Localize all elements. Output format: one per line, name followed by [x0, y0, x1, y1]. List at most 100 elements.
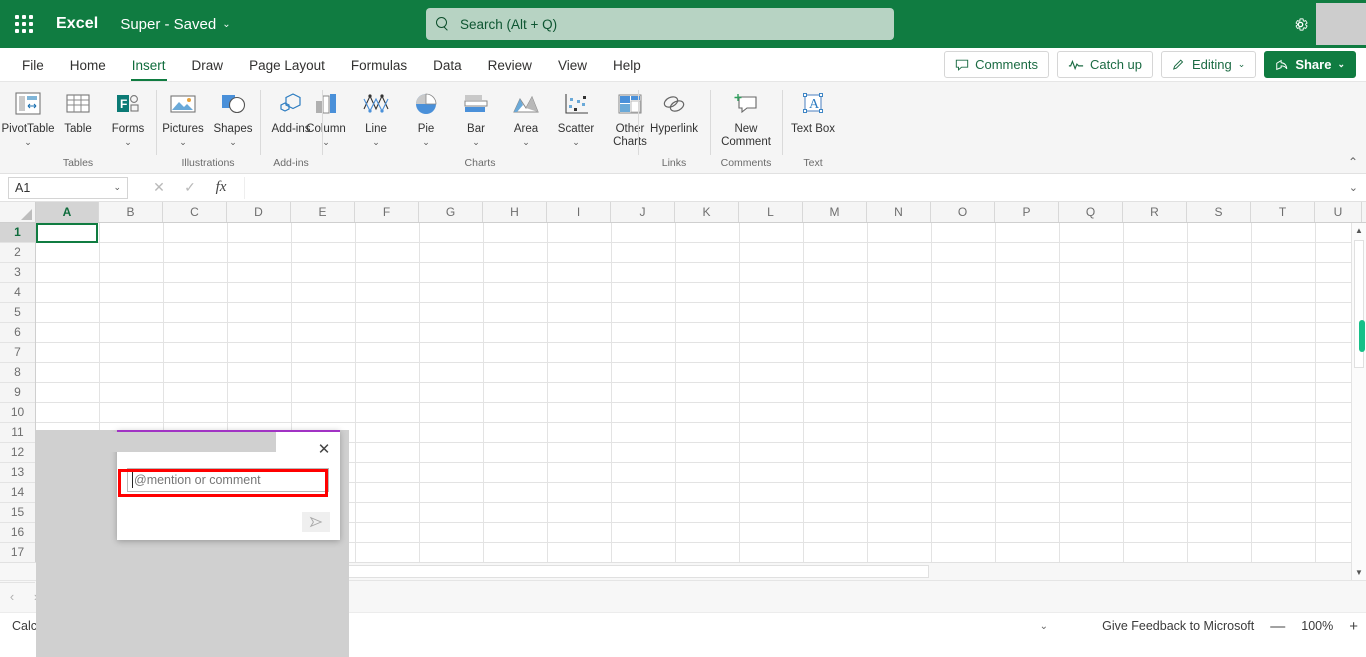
row-header-16[interactable]: 16 [0, 523, 35, 543]
settings-gear-icon[interactable] [1284, 8, 1316, 40]
feedback-link[interactable]: Give Feedback to Microsoft [1102, 619, 1254, 633]
select-all-corner[interactable] [0, 202, 36, 222]
column-header-h[interactable]: H [483, 202, 547, 222]
zoom-level[interactable]: 100% [1301, 619, 1333, 633]
column-header-u[interactable]: U [1315, 202, 1362, 222]
editing-button[interactable]: Editing ⌄ [1161, 51, 1257, 78]
ribbon-item-shapes[interactable]: Shapes ⌄ [208, 86, 258, 147]
row-header-14[interactable]: 14 [0, 483, 35, 503]
row-header-13[interactable]: 13 [0, 463, 35, 483]
row-header-10[interactable]: 10 [0, 403, 35, 423]
document-title[interactable]: Super - Saved ⌄ [120, 16, 230, 33]
row-header-3[interactable]: 3 [0, 263, 35, 283]
insert-function-icon[interactable]: fx [212, 179, 230, 196]
column-header-l[interactable]: L [739, 202, 803, 222]
row-header-8[interactable]: 8 [0, 363, 35, 383]
row-header-6[interactable]: 6 [0, 323, 35, 343]
vertical-scrollbar[interactable]: ▲ ▼ [1351, 223, 1366, 580]
row-header-2[interactable]: 2 [0, 243, 35, 263]
active-cell-a1[interactable] [36, 223, 98, 243]
comments-button[interactable]: Comments [944, 51, 1049, 78]
chevron-down-icon[interactable]: ⌄ [422, 137, 430, 147]
column-header-f[interactable]: F [355, 202, 419, 222]
formula-input[interactable] [244, 176, 1345, 199]
row-header-17[interactable]: 17 [0, 543, 35, 563]
row-header-15[interactable]: 15 [0, 503, 35, 523]
column-header-d[interactable]: D [227, 202, 291, 222]
row-header-5[interactable]: 5 [0, 303, 35, 323]
row-header-12[interactable]: 12 [0, 443, 35, 463]
row-header-9[interactable]: 9 [0, 383, 35, 403]
column-header-n[interactable]: N [867, 202, 931, 222]
tab-help[interactable]: Help [600, 51, 654, 81]
row-header-1[interactable]: 1 [0, 223, 35, 243]
close-icon[interactable]: ✕ [316, 442, 332, 459]
comment-input[interactable]: @mention or comment [127, 468, 329, 492]
confirm-formula-icon[interactable]: ✓ [181, 179, 199, 196]
chevron-down-icon[interactable]: ⌄ [179, 137, 187, 147]
expand-formula-bar-icon[interactable]: ⌄ [1349, 181, 1362, 194]
column-header-j[interactable]: J [611, 202, 675, 222]
row-header-11[interactable]: 11 [0, 423, 35, 443]
column-header-o[interactable]: O [931, 202, 995, 222]
column-header-r[interactable]: R [1123, 202, 1187, 222]
ribbon-item-forms[interactable]: F Forms ⌄ [103, 86, 153, 147]
app-launcher-icon[interactable] [0, 0, 48, 48]
ribbon-item-pictures[interactable]: Pictures ⌄ [158, 86, 208, 147]
chevron-down-icon[interactable]: ⌄ [372, 137, 380, 147]
tab-review[interactable]: Review [475, 51, 545, 81]
ribbon-item-table[interactable]: Table [53, 86, 103, 136]
tab-draw[interactable]: Draw [179, 51, 237, 81]
ribbon-item-scatter-chart[interactable]: Scatter ⌄ [551, 86, 601, 147]
column-header-k[interactable]: K [675, 202, 739, 222]
zoom-in-button[interactable]: + [1349, 618, 1358, 635]
send-comment-button[interactable] [302, 512, 330, 532]
name-box[interactable]: A1 ⌄ [8, 176, 128, 199]
previous-sheet-icon[interactable]: ‹ [0, 589, 24, 604]
column-header-p[interactable]: P [995, 202, 1059, 222]
column-header-m[interactable]: M [803, 202, 867, 222]
row-header-4[interactable]: 4 [0, 283, 35, 303]
column-header-g[interactable]: G [419, 202, 483, 222]
catch-up-button[interactable]: Catch up [1056, 51, 1154, 78]
chevron-down-icon[interactable]: ⌄ [124, 137, 132, 147]
ribbon-item-text-box[interactable]: A Text Box [788, 86, 838, 136]
zoom-out-button[interactable]: — [1270, 618, 1285, 635]
column-header-i[interactable]: I [547, 202, 611, 222]
row-header-7[interactable]: 7 [0, 343, 35, 363]
ribbon-item-area-chart[interactable]: Area ⌄ [501, 86, 551, 147]
ribbon-item-new-comment[interactable]: New Comment [714, 86, 778, 148]
chevron-down-icon[interactable]: ⌄ [229, 137, 237, 147]
collapse-ribbon-icon[interactable]: ⌃ [1348, 155, 1358, 169]
tab-home[interactable]: Home [57, 51, 119, 81]
column-header-e[interactable]: E [291, 202, 355, 222]
chevron-down-icon[interactable]: ⌄ [522, 137, 530, 147]
column-header-b[interactable]: B [99, 202, 163, 222]
chevron-down-icon[interactable]: ⌄ [1040, 621, 1048, 632]
share-button[interactable]: Share ⌄ [1264, 51, 1356, 78]
chevron-down-icon[interactable]: ⌄ [572, 137, 580, 147]
ribbon-item-bar-chart[interactable]: Bar ⌄ [451, 86, 501, 147]
chevron-down-icon[interactable]: ⌄ [322, 137, 330, 147]
column-header-a[interactable]: A [36, 202, 99, 222]
tab-view[interactable]: View [545, 51, 600, 81]
tab-formulas[interactable]: Formulas [338, 51, 420, 81]
scroll-down-icon[interactable]: ▼ [1352, 565, 1366, 580]
avatar[interactable] [1316, 3, 1366, 45]
chevron-down-icon[interactable]: ⌄ [472, 137, 480, 147]
tab-page-layout[interactable]: Page Layout [236, 51, 338, 81]
search-input[interactable]: Search (Alt + Q) [426, 8, 894, 40]
chevron-down-icon[interactable]: ⌄ [24, 137, 32, 147]
column-header-c[interactable]: C [163, 202, 227, 222]
ribbon-item-column-chart[interactable]: Column ⌄ [301, 86, 351, 147]
tab-file[interactable]: File [9, 51, 57, 81]
tab-insert[interactable]: Insert [119, 51, 179, 81]
ribbon-item-pivottable[interactable]: PivotTable ⌄ [1, 86, 55, 147]
column-header-s[interactable]: S [1187, 202, 1251, 222]
ribbon-item-line-chart[interactable]: Line ⌄ [351, 86, 401, 147]
scroll-up-icon[interactable]: ▲ [1352, 223, 1366, 238]
cancel-formula-icon[interactable]: ✕ [150, 179, 168, 196]
column-header-q[interactable]: Q [1059, 202, 1123, 222]
ribbon-item-hyperlink[interactable]: Hyperlink [642, 86, 706, 136]
ribbon-item-pie-chart[interactable]: Pie ⌄ [401, 86, 451, 147]
